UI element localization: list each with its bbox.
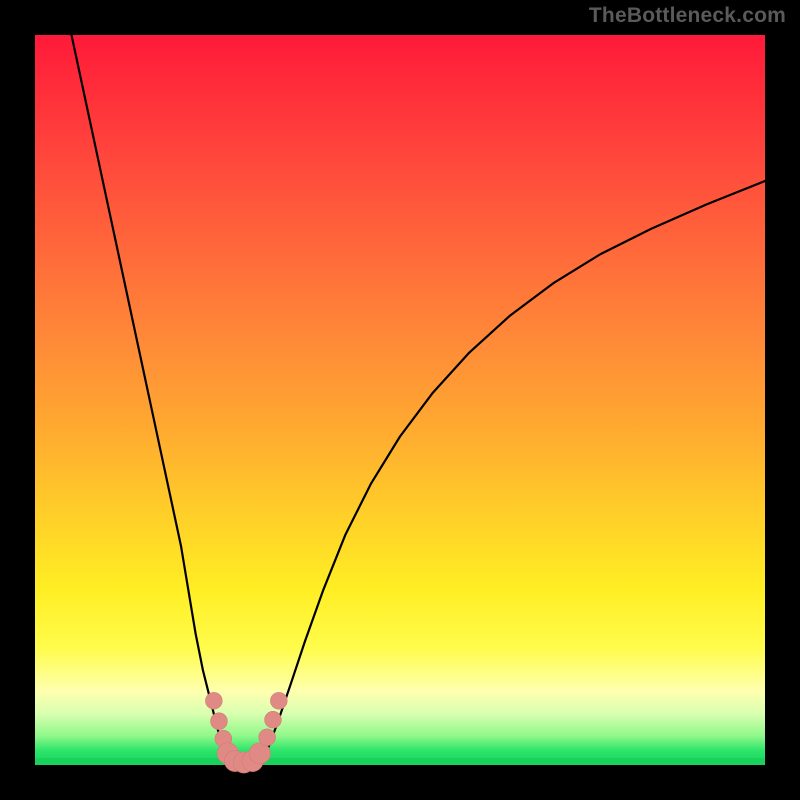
watermark-text: TheBottleneck.com	[589, 4, 786, 28]
curve-marker	[265, 711, 282, 728]
curve-marker	[211, 713, 228, 730]
curve-layer	[35, 35, 765, 765]
bottleneck-curve	[72, 35, 766, 763]
chart-frame: TheBottleneck.com	[0, 0, 800, 800]
curve-marker	[270, 692, 287, 709]
curve-marker	[259, 729, 276, 746]
curve-marker	[205, 692, 222, 709]
